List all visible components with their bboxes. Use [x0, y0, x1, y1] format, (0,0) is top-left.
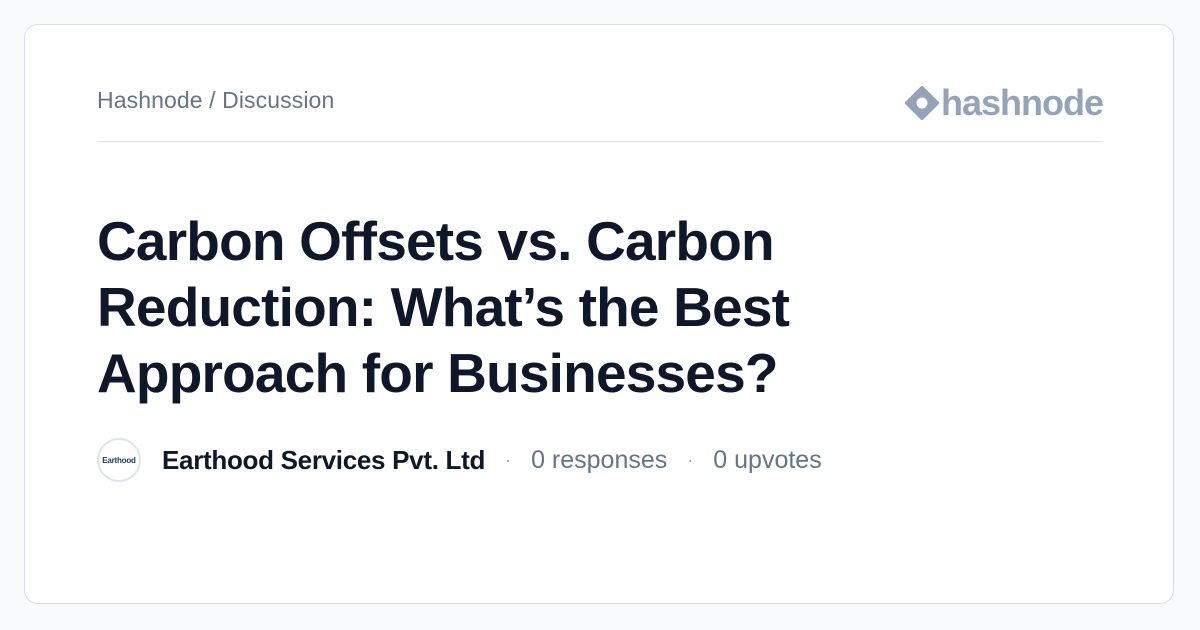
post-title[interactable]: Carbon Offsets vs. Carbon Reduction: Wha…: [97, 208, 917, 406]
avatar-logo-text: Earthood: [102, 455, 136, 465]
separator-dot: ·: [687, 449, 694, 470]
hashnode-diamond-icon: [904, 86, 939, 120]
avatar[interactable]: Earthood: [97, 438, 141, 482]
hashnode-logo[interactable]: hashnode: [904, 82, 1104, 123]
responses-count[interactable]: 0 responses: [531, 446, 667, 475]
logo-text: hashnode: [940, 82, 1104, 123]
author-name[interactable]: Earthood Services Pvt. Ltd: [162, 445, 485, 476]
og-card: Hashnode / Discussion hashnode Carbon Of…: [24, 24, 1174, 604]
card-header: Hashnode / Discussion hashnode: [97, 25, 1104, 142]
separator-dot: ·: [505, 449, 512, 470]
post-meta: Earthood Earthood Services Pvt. Ltd · 0 …: [97, 436, 822, 484]
upvotes-count[interactable]: 0 upvotes: [713, 446, 821, 475]
breadcrumb[interactable]: Hashnode / Discussion: [97, 87, 334, 114]
